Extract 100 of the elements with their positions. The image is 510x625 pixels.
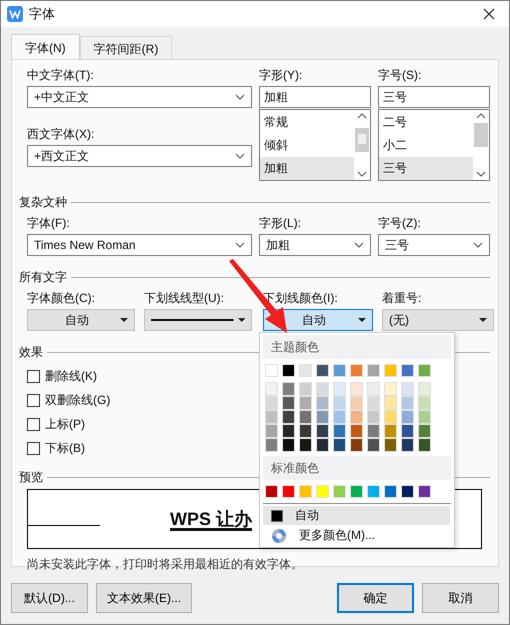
color-swatch[interactable]	[265, 438, 278, 452]
dialog-button[interactable]: 文本效果(E)...	[96, 583, 192, 613]
color-wheel-icon	[271, 528, 287, 544]
color-swatch[interactable]	[265, 485, 278, 498]
color-swatch[interactable]	[282, 396, 295, 410]
color-swatch[interactable]	[401, 424, 414, 438]
menu-item[interactable]: 更多颜色(M)...	[263, 526, 450, 545]
checkbox[interactable]	[27, 418, 40, 430]
color-swatch[interactable]	[282, 485, 295, 498]
list-item[interactable]: 倾斜	[260, 134, 354, 157]
color-swatch[interactable]	[350, 424, 363, 438]
dialog-button[interactable]: 确定	[337, 583, 414, 613]
font-dropdown[interactable]: +中文正文	[27, 86, 252, 108]
underline-style-dropdown[interactable]	[144, 309, 252, 331]
emphasis-dropdown[interactable]: (无)	[382, 309, 494, 331]
color-swatch[interactable]	[367, 410, 380, 424]
color-swatch[interactable]	[299, 410, 312, 424]
color-swatch[interactable]	[265, 410, 278, 424]
color-swatch[interactable]	[282, 364, 295, 377]
color-swatch[interactable]	[299, 364, 312, 377]
color-swatch[interactable]	[384, 424, 397, 438]
color-swatch[interactable]	[401, 438, 414, 452]
color-swatch[interactable]	[418, 364, 431, 377]
list-item[interactable]: 三号	[379, 157, 473, 180]
color-swatch[interactable]	[333, 410, 346, 424]
color-swatch[interactable]	[333, 382, 346, 396]
color-swatch[interactable]	[299, 424, 312, 438]
color-swatch[interactable]	[418, 410, 431, 424]
color-swatch[interactable]	[333, 424, 346, 438]
font-dropdown[interactable]: Times New Roman	[27, 234, 252, 256]
checkbox[interactable]	[27, 370, 40, 382]
color-swatch[interactable]	[316, 438, 329, 452]
checkbox[interactable]	[27, 442, 40, 454]
color-swatch[interactable]	[333, 438, 346, 452]
color-swatch[interactable]	[401, 382, 414, 396]
color-swatch[interactable]	[367, 485, 380, 498]
color-swatch[interactable]	[367, 364, 380, 377]
list-item[interactable]: 二号	[379, 111, 473, 134]
color-swatch[interactable]	[316, 424, 329, 438]
color-swatch[interactable]	[367, 438, 380, 452]
color-swatch[interactable]	[316, 485, 329, 498]
color-swatch[interactable]	[350, 410, 363, 424]
color-swatch[interactable]	[265, 382, 278, 396]
font-dropdown[interactable]: +西文正文	[27, 145, 252, 167]
color-swatch[interactable]	[265, 424, 278, 438]
color-swatch[interactable]	[401, 485, 414, 498]
color-swatch[interactable]	[265, 396, 278, 410]
size-dropdown[interactable]: 三号	[378, 234, 490, 256]
menu-item[interactable]: 自动	[263, 506, 450, 525]
color-swatch[interactable]	[384, 396, 397, 410]
tab[interactable]: 字符间距(R)	[80, 36, 172, 59]
font-color-dropdown[interactable]: 自动	[27, 309, 135, 331]
color-swatch[interactable]	[333, 364, 346, 377]
color-swatch[interactable]	[350, 438, 363, 452]
color-swatch[interactable]	[367, 424, 380, 438]
input-field[interactable]: 三号	[378, 86, 490, 108]
color-swatch[interactable]	[418, 382, 431, 396]
color-swatch[interactable]	[316, 382, 329, 396]
color-swatch[interactable]	[401, 364, 414, 377]
color-swatch[interactable]	[367, 382, 380, 396]
list-item[interactable]: 常规	[260, 111, 354, 134]
color-swatch[interactable]	[282, 382, 295, 396]
color-swatch[interactable]	[384, 364, 397, 377]
list-item[interactable]: 小二	[379, 134, 473, 157]
color-swatch[interactable]	[350, 382, 363, 396]
color-swatch[interactable]	[418, 424, 431, 438]
dialog-button[interactable]: 取消	[422, 583, 499, 613]
color-swatch[interactable]	[401, 410, 414, 424]
color-swatch[interactable]	[316, 410, 329, 424]
color-swatch[interactable]	[350, 485, 363, 498]
color-swatch[interactable]	[418, 485, 431, 498]
tab[interactable]: 字体(N)	[11, 34, 80, 59]
color-swatch[interactable]	[367, 396, 380, 410]
style-dropdown[interactable]: 加粗	[259, 234, 371, 256]
color-swatch[interactable]	[299, 438, 312, 452]
color-swatch[interactable]	[282, 438, 295, 452]
list-item[interactable]: 加粗	[260, 157, 354, 180]
color-swatch[interactable]	[316, 396, 329, 410]
color-swatch[interactable]	[316, 364, 329, 377]
color-swatch[interactable]	[333, 485, 346, 498]
close-icon[interactable]	[483, 8, 495, 20]
color-swatch[interactable]	[401, 396, 414, 410]
color-swatch[interactable]	[299, 382, 312, 396]
checkbox[interactable]	[27, 394, 40, 406]
color-swatch[interactable]	[384, 410, 397, 424]
color-swatch[interactable]	[299, 485, 312, 498]
color-swatch[interactable]	[384, 485, 397, 498]
color-swatch[interactable]	[333, 396, 346, 410]
color-swatch[interactable]	[350, 364, 363, 377]
color-swatch[interactable]	[418, 396, 431, 410]
color-swatch[interactable]	[418, 438, 431, 452]
color-swatch[interactable]	[282, 424, 295, 438]
color-swatch[interactable]	[299, 396, 312, 410]
input-field[interactable]: 加粗	[259, 86, 371, 108]
color-swatch[interactable]	[350, 396, 363, 410]
color-swatch[interactable]	[265, 364, 278, 377]
color-swatch[interactable]	[282, 410, 295, 424]
color-swatch[interactable]	[384, 438, 397, 452]
dialog-button[interactable]: 默认(D)...	[11, 583, 88, 613]
color-swatch[interactable]	[384, 382, 397, 396]
